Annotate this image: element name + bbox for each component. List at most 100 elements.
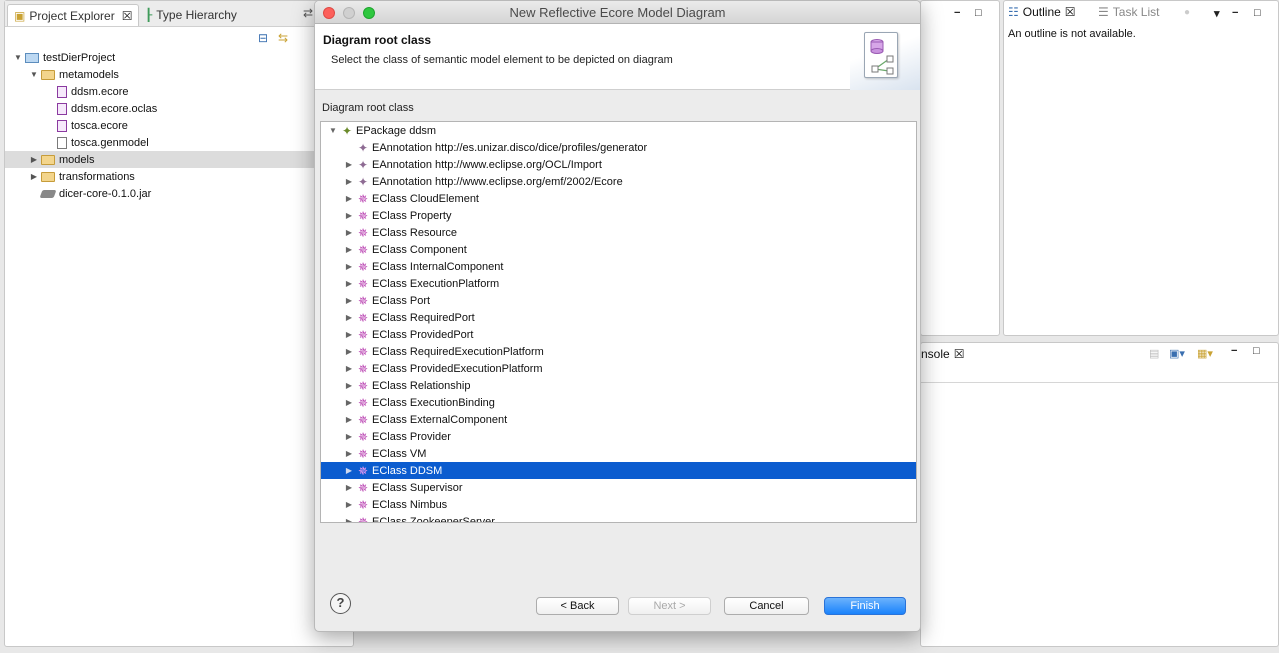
tree-item[interactable]: ▶ ✵ EClass ProvidedPort [321,326,916,343]
collapse-arrow-icon[interactable]: ▶ [343,500,355,509]
close-icon[interactable]: ☒ [122,9,133,23]
zoom-window-button[interactable] [363,7,375,19]
pin-console-icon[interactable]: ▤ [1149,347,1159,360]
expand-arrow-icon[interactable]: ▼ [13,53,23,62]
open-console-icon[interactable]: ▦▾ [1197,347,1213,360]
collapse-arrow-icon[interactable]: ▶ [343,415,355,424]
tree-item[interactable]: ddsm.ecore [5,83,353,100]
tree-item[interactable]: ▶ ✵ EClass Component [321,241,916,258]
help-button[interactable]: ? [330,593,351,614]
tree-item[interactable]: ddsm.ecore.oclas [5,100,353,117]
display-console-icon[interactable]: ▣▾ [1169,347,1185,360]
collapse-arrow-icon[interactable]: ▶ [343,228,355,237]
tab-label: Project Explorer [29,8,115,23]
link-with-editor-icon[interactable]: ⇆ [275,31,291,45]
tab-project-explorer[interactable]: ▣ Project Explorer ☒ [7,4,140,26]
tree-item[interactable]: ▶ ✦ EAnnotation http://www.eclipse.org/OCL… [321,156,916,173]
next-button[interactable]: Next > [628,597,711,615]
collapse-arrow-icon[interactable]: ▶ [343,194,355,203]
tree-item[interactable]: ▶ ✵ EClass Resource [321,224,916,241]
collapse-arrow-icon[interactable]: ▶ [343,347,355,356]
tree-item[interactable]: ▶ ✵ EClass InternalComponent [321,258,916,275]
close-icon[interactable]: ☒ [954,347,965,361]
tree-item[interactable]: ▶ ✵ EClass ExecutionBinding [321,394,916,411]
expand-arrow-icon[interactable]: ▼ [327,126,339,135]
maximize-icon[interactable]: □ [1253,345,1260,357]
maximize-icon[interactable]: □ [1254,7,1261,19]
minimize-window-button[interactable] [343,7,355,19]
expand-arrow-icon[interactable]: ▼ [29,70,39,79]
collapse-arrow-icon[interactable]: ▶ [343,296,355,305]
tree-item[interactable]: ▶ ✵ EClass RequiredExecutionPlatform [321,343,916,360]
tree-item[interactable]: ▶ ✵ EClass ExternalComponent [321,411,916,428]
finish-button[interactable]: Finish [824,597,906,615]
tree-item[interactable]: ▼ ✦ EPackage ddsm [321,122,916,139]
tree-item[interactable]: ▶ ✵ EClass Supervisor [321,479,916,496]
tree-item[interactable]: ▶ ✵ EClass DDSM [321,462,916,479]
root-class-tree[interactable]: ▼ ✦ EPackage ddsm ✦ EAnnotation http://es.un… [320,121,917,523]
collapse-all-icon[interactable]: ⊟ [255,31,271,45]
eclass-icon: ✵ [357,344,369,359]
back-button[interactable]: < Back [536,597,619,615]
focus-icon[interactable]: ● [1184,7,1190,18]
view-menu-icon[interactable]: ▾ [1214,7,1220,20]
minimize-icon[interactable]: − [1232,7,1238,19]
tab-console[interactable]: nsole ☒ [921,347,964,361]
collapse-arrow-icon[interactable]: ▶ [343,432,355,441]
tree-item-label: models [59,153,95,166]
collapse-arrow-icon[interactable]: ▶ [343,364,355,373]
collapse-arrow-icon[interactable]: ▶ [343,449,355,458]
console-panel: nsole ☒ ▤ ▣▾ ▦▾ − □ [920,342,1279,647]
tree-item[interactable]: dicer-core-0.1.0.jar [5,185,353,202]
collapse-arrow-icon[interactable]: ▶ [343,313,355,322]
tree-item[interactable]: ▶ ✵ EClass ProvidedExecutionPlatform [321,360,916,377]
tree-item[interactable]: ▶ ✵ EClass CloudElement [321,190,916,207]
tree-item[interactable]: ▼ testDierProject [5,49,353,66]
collapse-arrow-icon[interactable]: ▶ [343,517,355,522]
tree-item[interactable]: ▶ transformations [5,168,353,185]
collapse-arrow-icon[interactable]: ▶ [343,279,355,288]
tree-item[interactable]: ▶ models [5,151,353,168]
collapse-arrow-icon[interactable]: ▶ [343,245,355,254]
tree-item[interactable]: tosca.ecore [5,117,353,134]
tree-item[interactable]: ▶ ✦ EAnnotation http://www.eclipse.org/emf… [321,173,916,190]
close-window-button[interactable] [323,7,335,19]
collapse-arrow-icon[interactable]: ▶ [343,466,355,475]
tree-item[interactable]: ▶ ✵ EClass ZookeeperServer [321,513,916,523]
tree-item[interactable]: tosca.genmodel [5,134,353,151]
tree-item[interactable]: ▶ ✵ EClass Property [321,207,916,224]
tab-task-list[interactable]: ☰ Task List [1098,5,1159,19]
tree-item[interactable]: ▼ metamodels [5,66,353,83]
collapse-arrow-icon[interactable]: ▶ [343,381,355,390]
collapse-arrow-icon[interactable]: ▶ [29,172,39,181]
tree-item-label: EClass Resource [372,226,457,239]
tree-item[interactable]: ▶ ✵ EClass ExecutionPlatform [321,275,916,292]
tree-item[interactable]: ▶ ✵ EClass RequiredPort [321,309,916,326]
sync-icon[interactable]: ⇄ [303,6,313,20]
collapse-arrow-icon[interactable]: ▶ [343,483,355,492]
cancel-button[interactable]: Cancel [724,597,809,615]
type-hierarchy-icon: ┠ [145,8,153,22]
close-icon[interactable]: ☒ [1065,5,1076,19]
jar-icon [39,189,57,198]
collapse-arrow-icon[interactable]: ▶ [29,155,39,164]
tab-outline[interactable]: ☷ Outline ☒ [1008,5,1076,19]
tab-type-hierarchy[interactable]: ┠ Type Hierarchy [139,4,243,26]
tree-item[interactable]: ▶ ✵ EClass Nimbus [321,496,916,513]
collapse-arrow-icon[interactable]: ▶ [343,398,355,407]
collapse-arrow-icon[interactable]: ▶ [343,262,355,271]
tree-item[interactable]: ▶ ✵ EClass Port [321,292,916,309]
collapse-arrow-icon[interactable]: ▶ [343,177,355,186]
tree-item[interactable]: ✦ EAnnotation http://es.unizar.disco/dice… [321,139,916,156]
minimize-icon[interactable]: − [1231,345,1237,357]
minimize-icon[interactable]: − [954,7,960,19]
maximize-icon[interactable]: □ [975,7,982,19]
tree-item-label: metamodels [59,68,119,81]
collapse-arrow-icon[interactable]: ▶ [343,160,355,169]
outline-icon: ☷ [1008,5,1019,19]
collapse-arrow-icon[interactable]: ▶ [343,330,355,339]
tree-item[interactable]: ▶ ✵ EClass VM [321,445,916,462]
collapse-arrow-icon[interactable]: ▶ [343,211,355,220]
tree-item[interactable]: ▶ ✵ EClass Provider [321,428,916,445]
tree-item[interactable]: ▶ ✵ EClass Relationship [321,377,916,394]
